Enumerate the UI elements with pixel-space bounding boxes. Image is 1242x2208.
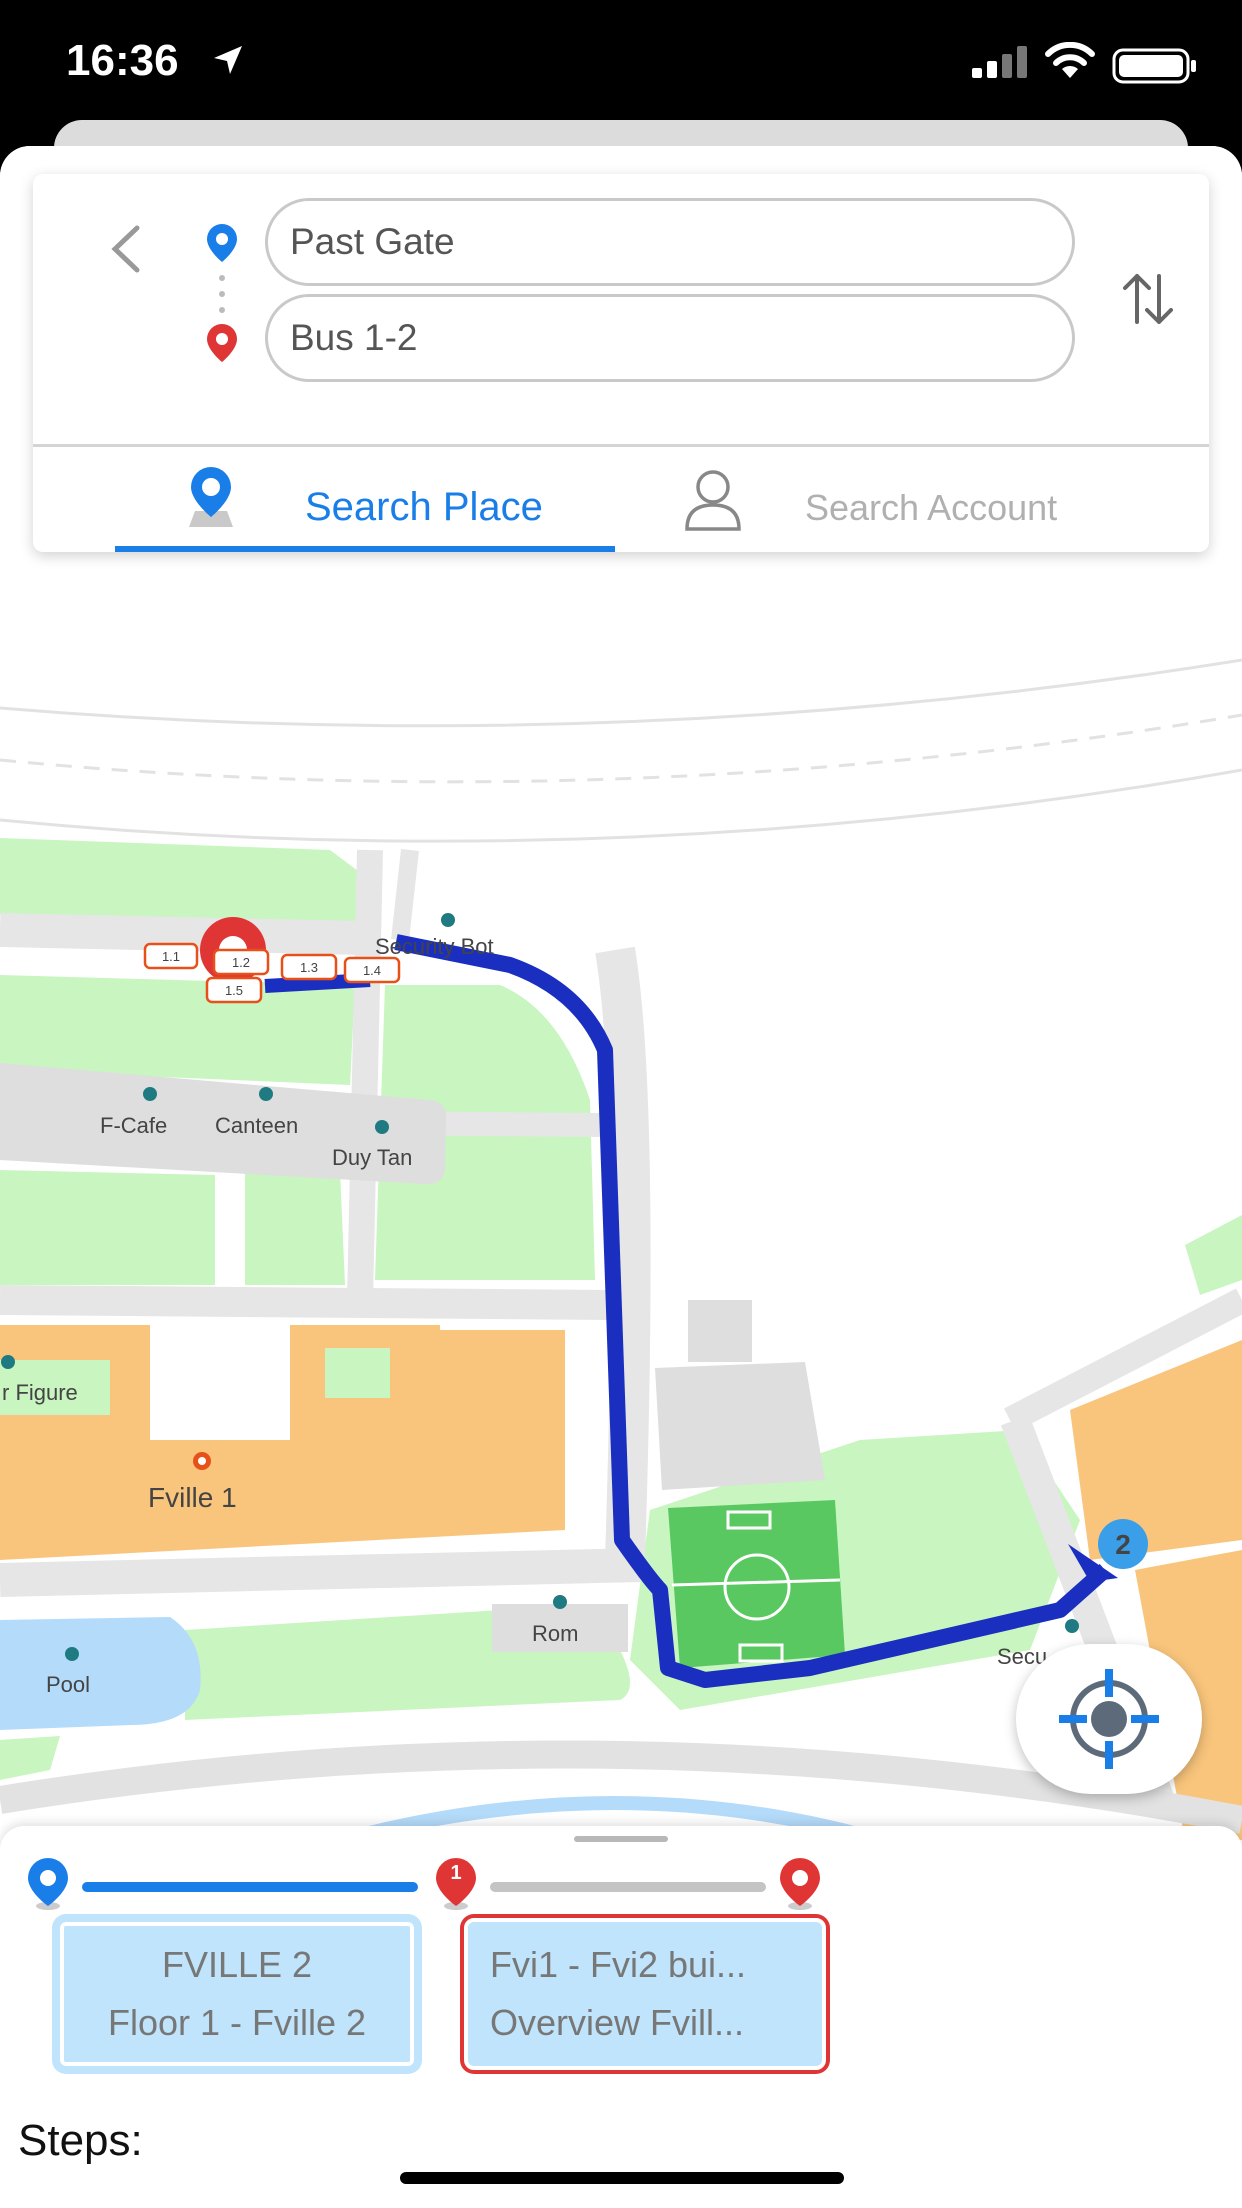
poi-pool: Pool [46,1672,90,1697]
bus-stop-1-1[interactable]: 1.1 [143,942,199,970]
origin-input[interactable]: Past Gate [265,198,1075,286]
steps-heading: Steps: [18,2116,143,2165]
progress-segment-remaining [490,1882,766,1892]
tab-search-account-label: Search Account [805,487,1058,528]
tab-search-place[interactable]: Search Place [115,447,615,552]
svg-text:2: 2 [1115,1529,1131,1560]
active-tab-indicator [115,546,615,552]
bus-stop-1-4[interactable]: 1.4 [343,956,401,984]
cellular-signal-icon [972,46,1030,83]
status-time: 16:36 [66,36,179,85]
location-arrow-icon [210,42,246,83]
back-button[interactable] [93,214,163,284]
progress-end-pin-icon [776,1856,824,1915]
origin-pin-icon [203,222,241,271]
bus-stop-1-2[interactable]: 1.2 [212,948,270,976]
building-card-fville2[interactable]: FVILLE 2 Floor 1 - Fville 2 [56,1918,418,2070]
route-sheet: 1.1 1.2 1.3 1.4 1.5 Security Bot F-Cafe … [0,146,1242,2208]
svg-text:1.2: 1.2 [232,955,250,970]
home-indicator[interactable] [400,2172,844,2184]
svg-text:1.1: 1.1 [162,949,180,964]
poi-canteen: Canteen [215,1113,298,1138]
tab-search-place-label: Search Place [305,485,543,529]
destination-input[interactable]: Bus 1-2 [265,294,1075,382]
poi-fville1: Fville 1 [148,1482,237,1513]
building-card-floor: Overview Fvill... [490,2002,745,2043]
building-card-floor: Floor 1 - Fville 2 [107,2002,367,2043]
svg-text:1.4: 1.4 [363,963,381,978]
building-card-overview[interactable]: Fvi1 - Fvi2 bui... Overview Fvill... [464,1918,826,2070]
drag-handle[interactable] [574,1836,668,1842]
crosshair-icon [1059,1669,1159,1769]
bus-stop-1-3[interactable]: 1.3 [280,953,338,981]
tab-search-account[interactable]: Search Account [633,447,1193,552]
swap-route-button[interactable] [1113,264,1183,334]
progress-stop-number: 1 [450,1862,462,1884]
my-location-button[interactable] [1016,1644,1202,1794]
route-steps-panel: 1 FVILLE 2 Floor 1 - Fville 2 Fvi1 - Fvi… [0,1826,1242,2208]
bus-stop-1-5[interactable]: 1.5 [205,976,263,1004]
wifi-icon [1044,41,1096,85]
svg-text:1.5: 1.5 [225,983,243,998]
poi-duy-tan: Duy Tan [332,1145,412,1170]
user-icon [683,467,743,536]
place-pin-icon [185,465,237,534]
destination-pin-icon [203,322,241,371]
progress-start-pin-icon [24,1856,72,1915]
progress-segment-completed [82,1882,418,1892]
route-connector-dots [219,275,225,313]
poi-figure: r Figure [2,1380,78,1405]
svg-text:1.3: 1.3 [300,960,318,975]
poi-f-cafe: F-Cafe [100,1113,167,1138]
battery-icon [1112,48,1198,89]
chevron-left-icon [111,225,140,273]
building-card-title: Fvi1 - Fvi2 bui... [490,1944,747,1985]
route-search-card: Past Gate Bus 1-2 Search Place Search Ac… [33,174,1209,552]
destination-marker[interactable]: 2 [1098,1519,1148,1569]
building-card-title: FVILLE 2 [161,1944,313,1985]
poi-security-bot: Security Bot [375,934,494,959]
status-bar: 16:36 [0,0,1242,120]
swap-arrows-icon [1123,274,1173,324]
poi-rom: Rom [532,1621,578,1646]
